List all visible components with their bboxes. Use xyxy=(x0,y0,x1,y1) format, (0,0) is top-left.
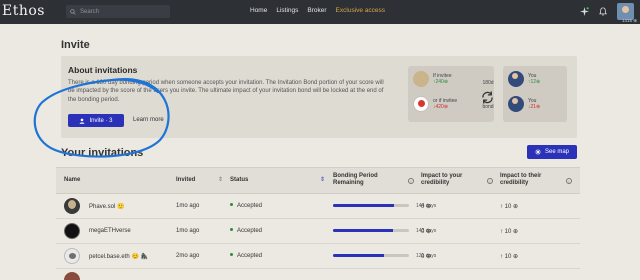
about-body: There is a 180 day bonding period when s… xyxy=(68,80,384,103)
row-impact-you: 0 ⊕ xyxy=(421,254,432,260)
invite-button-label: Invite · 3 xyxy=(89,117,113,124)
col-invited-label: Invited xyxy=(176,177,196,183)
network-icon xyxy=(534,149,541,155)
row-invited: 1mo ago xyxy=(176,203,200,209)
status-dot xyxy=(230,203,233,206)
invitee-avatar-alt xyxy=(413,96,429,112)
invite-button[interactable]: Invite · 3 xyxy=(68,114,124,127)
page-title: Invite xyxy=(61,39,90,51)
row-name-emoji: 😊 🦍 xyxy=(131,254,149,260)
about-invitations-panel: About invitations There is a 180 day bon… xyxy=(61,56,577,138)
invitee-positive-row: If invitee ↑240⊕ xyxy=(413,71,452,87)
avatar xyxy=(64,272,80,280)
status-dot xyxy=(230,253,233,256)
table-row[interactable]: Phave.sol 🙂 1mo ago Accepted 144 days 0 ⊕… xyxy=(56,194,580,219)
search-input[interactable]: Search xyxy=(66,5,170,18)
row-name[interactable]: Phave.sol 🙂 xyxy=(89,203,125,210)
row-impact-them: ↑ 10 ⊕ xyxy=(500,254,519,260)
row-status: Accepted xyxy=(230,203,262,209)
table-header: Name Invited ⇕ Status ⇕ Bonding Period R… xyxy=(56,167,580,194)
row-status: Accepted xyxy=(230,228,262,234)
nav-broker[interactable]: Broker xyxy=(307,7,326,14)
row-status: Accepted xyxy=(230,253,262,259)
nav-listings[interactable]: Listings xyxy=(276,7,298,14)
invitee-negative-value: ↓420⊕ xyxy=(433,104,449,110)
see-map-button[interactable]: See map xyxy=(527,145,577,159)
you-positive-row: You ↑12⊕ xyxy=(508,71,540,87)
row-impact-them: ↑ 10 ⊕ xyxy=(500,229,519,235)
col-impact-you[interactable]: Impact to your credibility xyxy=(421,173,481,187)
avatar xyxy=(64,223,80,239)
info-icon-impact-them[interactable]: i xyxy=(566,178,572,184)
table-row[interactable]: petcel.base.eth 😊 🦍 2mo ago Accepted 121 … xyxy=(56,244,580,269)
row-status-text: Accepted xyxy=(237,253,263,259)
bell-icon[interactable] xyxy=(599,7,607,16)
nav-home[interactable]: Home xyxy=(250,7,267,14)
row-name-text: Phave.sol xyxy=(89,204,116,210)
info-icon-impact-you[interactable]: i xyxy=(487,178,493,184)
you-negative-row: You ↓21⊕ xyxy=(508,96,540,112)
row-status-text: Accepted xyxy=(237,228,263,234)
row-invited: 1mo ago xyxy=(176,228,200,234)
bonding-progress-bar xyxy=(333,204,409,207)
invitee-negative-row: or if invitee ↓420⊕ xyxy=(413,96,457,112)
col-status[interactable]: Status xyxy=(230,177,248,184)
row-impact-them: ↑ 10 ⊕ xyxy=(500,204,519,210)
info-icon-bonding[interactable]: i xyxy=(408,178,414,184)
search-placeholder: Search xyxy=(80,8,100,15)
sort-icon-bonding[interactable]: ⇕ xyxy=(320,177,325,184)
you-positive-value: ↑12⊕ xyxy=(528,79,541,85)
you-outcome-card: You ↑12⊕ You ↓21⊕ xyxy=(503,66,567,122)
bonding-progress-bar xyxy=(333,254,409,257)
invitations-title: Your invitations xyxy=(61,147,144,159)
table-row[interactable] xyxy=(56,269,580,280)
avatar xyxy=(64,198,80,214)
you-negative-value: ↓21⊕ xyxy=(528,104,541,110)
row-name[interactable]: petcel.base.eth 😊 🦍 xyxy=(89,253,148,260)
col-invited[interactable]: Invited xyxy=(176,177,195,184)
bond-word-label: bond xyxy=(475,104,501,110)
bonding-progress-fill xyxy=(333,229,394,232)
cycle-icon xyxy=(482,91,493,104)
about-heading: About invitations xyxy=(68,65,138,75)
bonding-progress-fill xyxy=(333,254,384,257)
bond-period-label: 180d xyxy=(475,80,501,86)
col-bonding[interactable]: Bonding Period Remaining xyxy=(333,173,403,187)
bonding-progress-bar xyxy=(333,229,409,232)
status-dot xyxy=(230,228,233,231)
row-name-text: megaETHverse xyxy=(89,228,131,234)
sparkle-icon[interactable] xyxy=(580,7,589,16)
table-row[interactable]: megaETHverse 1mo ago Accepted 143 days 0… xyxy=(56,219,580,244)
sort-icon-invited[interactable]: ⇕ xyxy=(218,177,223,184)
row-name[interactable]: megaETHverse xyxy=(89,228,133,234)
row-name-text: petcel.base.eth xyxy=(89,254,130,260)
row-status-text: Accepted xyxy=(237,203,263,209)
see-map-label: See map xyxy=(544,149,569,155)
bond-days: 180d xyxy=(482,80,494,86)
top-navbar: Ethos Search Home Listings Broker Exclus… xyxy=(0,0,640,24)
row-name-emoji: 🙂 xyxy=(117,204,125,210)
bond-word: bond xyxy=(482,104,494,110)
bonding-progress-fill xyxy=(333,204,394,207)
row-impact-you: 0 ⊕ xyxy=(421,229,432,235)
invitee-positive-value: ↑240⊕ xyxy=(433,79,449,85)
main-nav: Home Listings Broker Exclusive access xyxy=(250,7,385,14)
col-impact-them[interactable]: Impact to their credibility xyxy=(500,173,560,187)
col-name[interactable]: Name xyxy=(64,177,80,184)
your-avatar xyxy=(508,71,524,87)
user-score: 1415 ⊕ xyxy=(621,18,637,23)
nav-exclusive-access[interactable]: Exclusive access xyxy=(336,7,386,14)
ethos-logo[interactable]: Ethos xyxy=(2,3,45,19)
row-invited: 2mo ago xyxy=(176,253,200,259)
avatar xyxy=(64,248,80,264)
row-impact-you: 0 ⊕ xyxy=(421,204,432,210)
invitations-table: Name Invited ⇕ Status ⇕ Bonding Period R… xyxy=(56,167,580,280)
user-plus-icon xyxy=(80,118,85,124)
invitee-avatar xyxy=(413,71,429,87)
learn-more-link[interactable]: Learn more xyxy=(133,117,164,123)
your-avatar-alt xyxy=(508,96,524,112)
search-icon xyxy=(70,8,76,15)
